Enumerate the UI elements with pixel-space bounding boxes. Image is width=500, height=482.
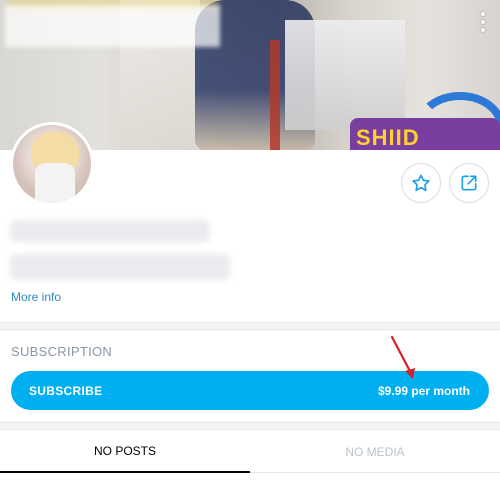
share-icon bbox=[461, 175, 477, 191]
share-button[interactable] bbox=[449, 163, 489, 203]
subscription-section-title: SUBSCRIPTION bbox=[11, 344, 113, 359]
banner-piano bbox=[285, 20, 405, 130]
avatar-body bbox=[35, 163, 75, 203]
blurred-profile-bio bbox=[10, 254, 230, 280]
subscribe-label: SUBSCRIBE bbox=[29, 383, 103, 398]
profile-banner: SHIID bbox=[0, 0, 500, 150]
section-divider bbox=[0, 322, 500, 330]
content-tabs: NO POSTS NO MEDIA bbox=[0, 431, 500, 473]
star-icon bbox=[412, 174, 430, 192]
banner-logo: SHIID bbox=[350, 118, 500, 150]
subscription-price: $9.99 per month bbox=[377, 383, 470, 398]
tab-media[interactable]: NO MEDIA bbox=[250, 431, 500, 473]
more-info-link[interactable]: More info bbox=[11, 290, 61, 304]
favorite-button[interactable] bbox=[401, 163, 441, 203]
banner-blurred-overlay bbox=[5, 5, 220, 47]
section-divider bbox=[0, 422, 500, 430]
tab-posts[interactable]: NO POSTS bbox=[0, 431, 250, 473]
subscribe-button[interactable]: SUBSCRIBE $9.99 per month bbox=[11, 371, 489, 410]
banner-red-stripe bbox=[270, 40, 280, 150]
blurred-profile-name bbox=[10, 220, 210, 242]
avatar[interactable] bbox=[10, 122, 94, 206]
kebab-menu-icon[interactable] bbox=[478, 12, 488, 32]
